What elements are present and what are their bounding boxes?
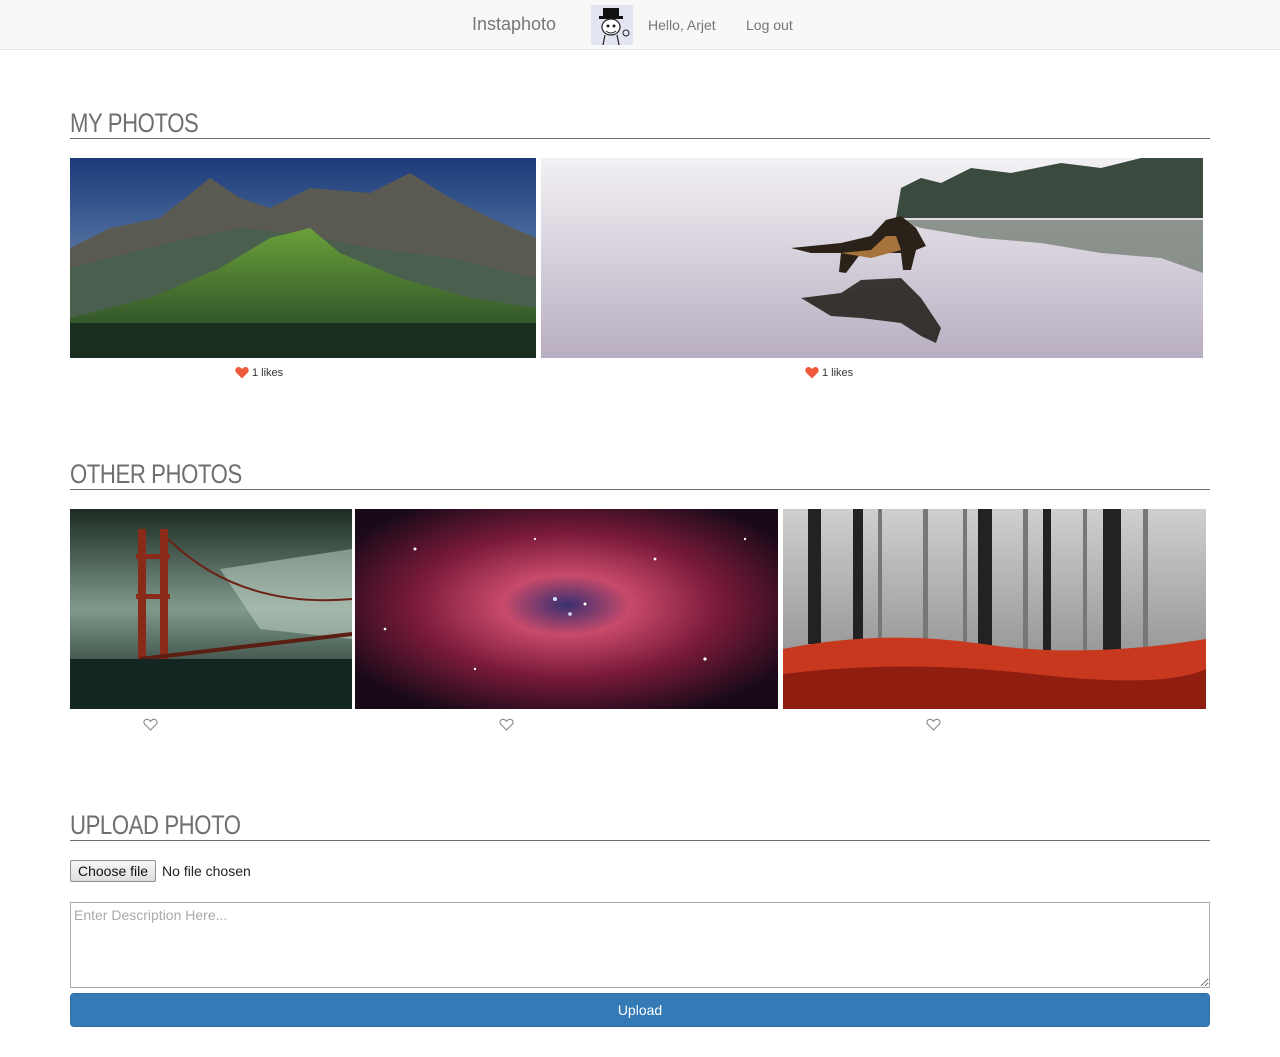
heart-outline-icon[interactable]: [499, 718, 514, 731]
other-photos-title: OTHER PHOTOS: [70, 459, 1210, 490]
file-status-text: No file chosen: [162, 863, 251, 879]
greeting-text: Hello, Arjet: [648, 17, 716, 33]
heart-outline-icon[interactable]: [926, 718, 941, 731]
upload-button[interactable]: Upload: [70, 993, 1210, 1027]
choose-file-button[interactable]: Choose file: [70, 860, 157, 882]
photo-nebula[interactable]: [355, 509, 778, 709]
heart-filled-icon[interactable]: [805, 366, 819, 379]
file-input: Choose file No file chosen: [70, 860, 251, 882]
photo-dog-lake[interactable]: [541, 158, 1203, 358]
navbar: Instaphoto Hello, Arjet Log out: [0, 0, 1280, 50]
heart-outline-icon[interactable]: [143, 718, 158, 731]
likes-count: 1 likes: [252, 366, 284, 379]
photo-mountain[interactable]: [70, 158, 536, 358]
description-textarea[interactable]: [70, 902, 1210, 988]
my-photos-title: MY PHOTOS: [70, 108, 1210, 139]
likes-count: 1 likes: [822, 366, 854, 379]
heart-filled-icon[interactable]: [235, 366, 249, 379]
photo-likes: 1 likes: [235, 366, 283, 379]
photo-forest[interactable]: [783, 509, 1206, 709]
avatar: [591, 5, 633, 45]
photo-likes: 1 likes: [805, 366, 853, 379]
upload-photo-title: UPLOAD PHOTO: [70, 810, 1210, 841]
brand-link[interactable]: Instaphoto: [472, 14, 556, 35]
logout-link[interactable]: Log out: [746, 17, 793, 33]
photo-bridge[interactable]: [70, 509, 352, 709]
